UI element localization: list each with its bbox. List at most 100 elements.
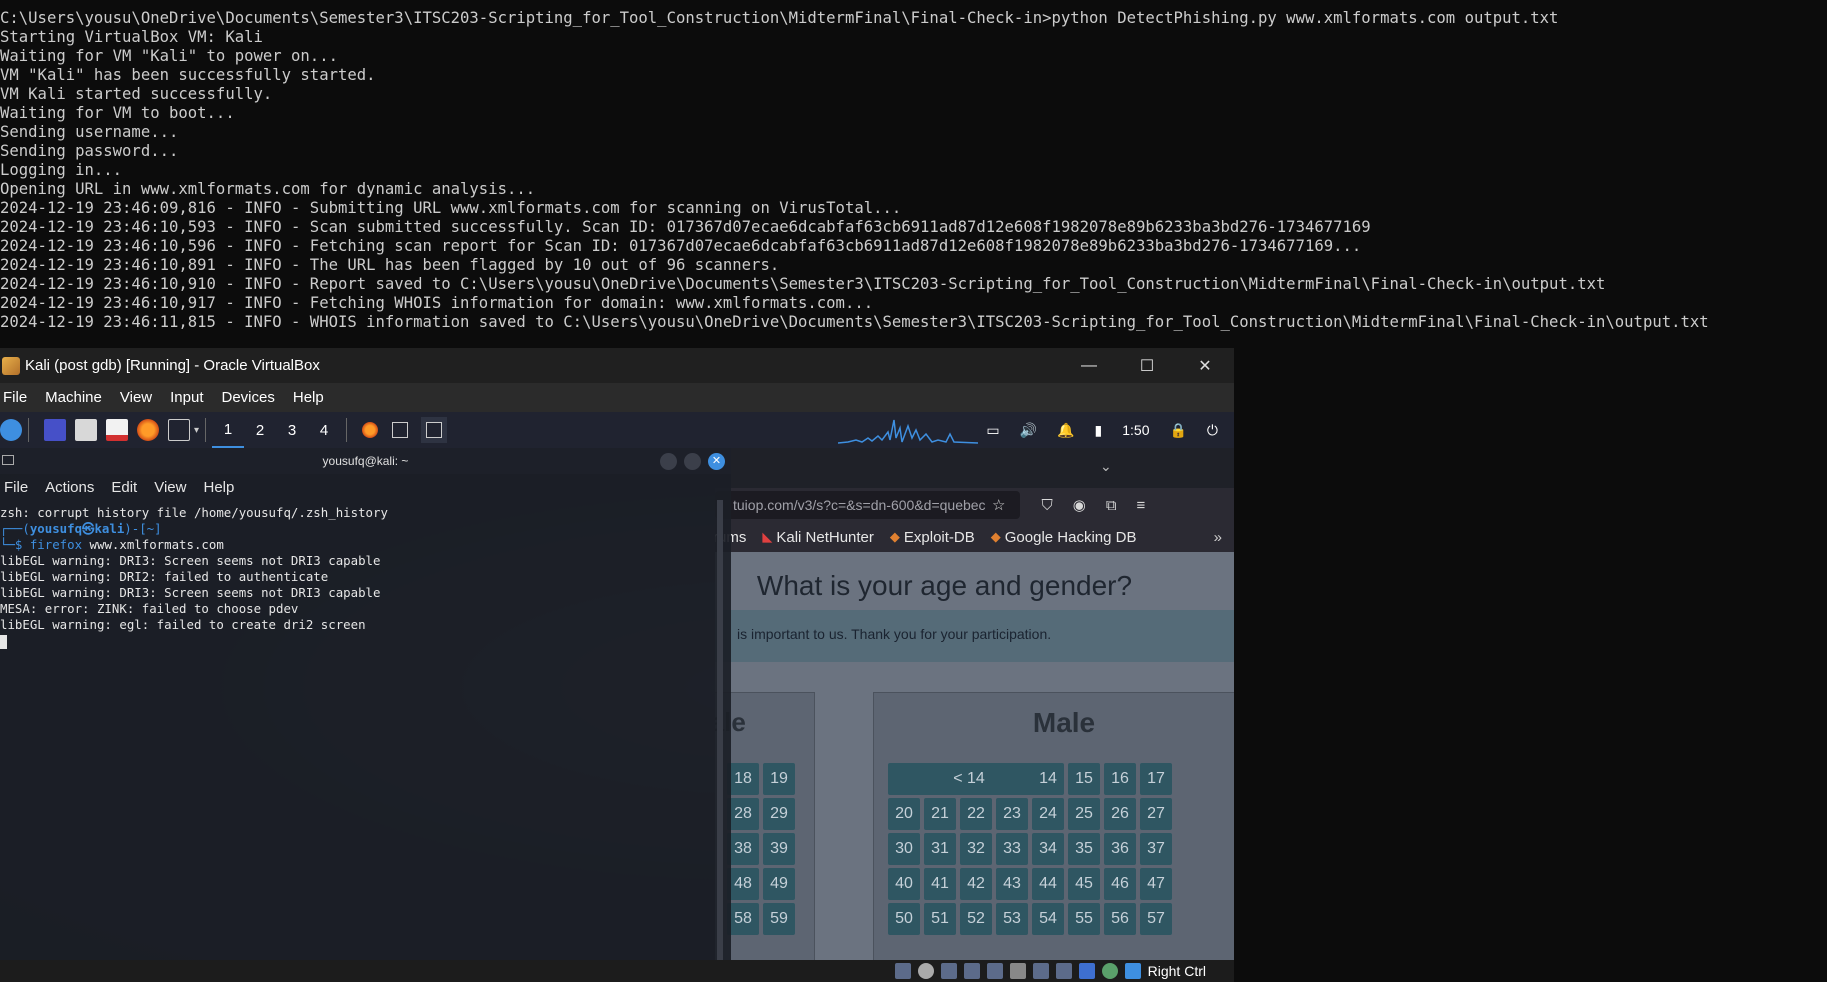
male-age-button[interactable]: 47	[1140, 868, 1172, 900]
display-icon[interactable]: ▭	[986, 422, 999, 439]
male-age-button[interactable]: 20	[888, 798, 920, 830]
minimize-button[interactable]: —	[1060, 348, 1118, 383]
menu-file[interactable]: File	[3, 389, 27, 406]
male-age-button[interactable]: 41	[924, 868, 956, 900]
menu-input[interactable]: Input	[170, 389, 203, 406]
male-age-button[interactable]: 34	[1032, 833, 1064, 865]
menu-view[interactable]: View	[120, 389, 152, 406]
hdd-icon[interactable]	[894, 963, 911, 979]
male-age-button[interactable]: 23	[996, 798, 1028, 830]
female-age-button[interactable]: 58	[727, 903, 759, 935]
term-menu-file[interactable]: File	[4, 479, 28, 496]
cpu-icon[interactable]	[1078, 963, 1095, 979]
term-menu-actions[interactable]: Actions	[45, 479, 94, 496]
female-age-button[interactable]: 39	[763, 833, 795, 865]
male-age-button[interactable]: 53	[996, 903, 1028, 935]
male-age-button[interactable]: 56	[1104, 903, 1136, 935]
guest-additions-icon[interactable]	[1101, 963, 1118, 979]
female-age-button[interactable]: 29	[763, 798, 795, 830]
terminal-icon[interactable]	[168, 419, 190, 441]
male-age-button[interactable]: 54	[1032, 903, 1064, 935]
taskbar-firefox-icon[interactable]	[362, 422, 379, 438]
male-age-button[interactable]: 50	[888, 903, 920, 935]
male-age-button[interactable]: 37	[1140, 833, 1172, 865]
terminal-close-button[interactable]: ✕	[708, 453, 725, 470]
display-status-icon[interactable]	[1032, 963, 1049, 979]
male-age-button-under-14[interactable]: < 14	[888, 763, 1050, 795]
bookmark-star-icon[interactable]: ☆	[992, 496, 1005, 514]
bookmarks-overflow-icon[interactable]: »	[1214, 529, 1222, 546]
notifications-icon[interactable]: 🔔	[1057, 422, 1074, 439]
firefox-icon[interactable]	[137, 419, 159, 441]
male-age-button[interactable]: 35	[1068, 833, 1100, 865]
male-age-button[interactable]: 24	[1032, 798, 1064, 830]
male-age-button[interactable]: 46	[1104, 868, 1136, 900]
kali-terminal-titlebar[interactable]: yousufq@kali: ~ ✕	[0, 448, 731, 474]
battery-icon[interactable]: ▮	[1095, 422, 1103, 439]
workspace-4[interactable]: 4	[308, 412, 340, 448]
female-age-button[interactable]: 48	[727, 868, 759, 900]
shared-folders-icon[interactable]	[1009, 963, 1026, 979]
power-icon[interactable]: ⏻	[1207, 422, 1218, 439]
recording-icon[interactable]	[1055, 963, 1072, 979]
account-icon[interactable]: ◉	[1073, 496, 1086, 514]
terminal-scrollbar[interactable]	[717, 500, 723, 960]
tab-list-chevron-icon[interactable]: ⌄	[1100, 458, 1112, 475]
male-age-button[interactable]: 40	[888, 868, 920, 900]
male-age-button[interactable]: 43	[996, 868, 1028, 900]
male-age-button[interactable]: 22	[960, 798, 992, 830]
lock-icon[interactable]: 🔒	[1169, 422, 1186, 439]
optical-drive-icon[interactable]	[917, 963, 934, 979]
male-age-button[interactable]: 25	[1068, 798, 1100, 830]
male-age-button[interactable]: 32	[960, 833, 992, 865]
male-age-button[interactable]: 33	[996, 833, 1028, 865]
male-age-button[interactable]: 52	[960, 903, 992, 935]
terminal-minimize-button[interactable]	[660, 453, 677, 470]
male-age-button[interactable]: 21	[924, 798, 956, 830]
male-age-button[interactable]: 45	[1068, 868, 1100, 900]
workspace-1[interactable]: 1	[212, 412, 245, 448]
network-icon[interactable]	[963, 963, 980, 979]
kali-terminal-output[interactable]: zsh: corrupt history file /home/yousufq/…	[0, 505, 720, 649]
bookmark-kali-nethunter[interactable]: Kali NetHunter	[776, 529, 874, 546]
url-input[interactable]: tuiop.com/v3/s?c=&s=dn-600&d=quebec	[715, 491, 1020, 519]
terminal-maximize-button[interactable]	[684, 453, 701, 470]
maximize-button[interactable]: ☐	[1118, 348, 1176, 383]
app-menu-icon[interactable]: ≡	[1137, 497, 1146, 514]
term-menu-help[interactable]: Help	[203, 479, 234, 496]
male-age-button[interactable]: 42	[960, 868, 992, 900]
usb-icon[interactable]	[986, 963, 1003, 979]
extensions-icon[interactable]: ⧉	[1106, 497, 1117, 514]
menu-devices[interactable]: Devices	[222, 389, 275, 406]
text-editor-icon[interactable]	[106, 419, 128, 441]
panel-clock[interactable]: 1:50	[1122, 422, 1149, 438]
term-menu-view[interactable]: View	[154, 479, 186, 496]
male-age-button[interactable]: 30	[888, 833, 920, 865]
female-age-button[interactable]: 49	[763, 868, 795, 900]
taskbar-terminal-active-icon[interactable]	[426, 422, 443, 438]
male-age-button[interactable]: 36	[1104, 833, 1136, 865]
male-age-button[interactable]: 55	[1068, 903, 1100, 935]
audio-icon[interactable]	[940, 963, 957, 979]
workspace-2[interactable]: 2	[244, 412, 276, 448]
male-age-button[interactable]: 44	[1032, 868, 1064, 900]
close-button[interactable]: ✕	[1176, 348, 1234, 383]
chevron-down-icon[interactable]: ▾	[194, 425, 199, 436]
male-age-button[interactable]: 27	[1140, 798, 1172, 830]
male-age-button[interactable]: 15	[1068, 763, 1100, 795]
menu-machine[interactable]: Machine	[45, 389, 102, 406]
menu-help[interactable]: Help	[293, 389, 324, 406]
vbox-titlebar[interactable]: Kali (post gdb) [Running] - Oracle Virtu…	[0, 348, 1234, 383]
male-age-button[interactable]: 17	[1140, 763, 1172, 795]
kali-menu-icon[interactable]	[0, 419, 22, 441]
female-age-button[interactable]: 28	[727, 798, 759, 830]
male-age-button[interactable]: 26	[1104, 798, 1136, 830]
male-age-button[interactable]: 31	[924, 833, 956, 865]
mouse-integration-icon[interactable]	[1124, 963, 1141, 979]
show-desktop-icon[interactable]	[44, 419, 66, 441]
term-menu-edit[interactable]: Edit	[111, 479, 137, 496]
file-manager-icon[interactable]	[75, 419, 97, 441]
taskbar-terminal-icon[interactable]	[392, 422, 409, 438]
female-age-button[interactable]: 19	[763, 763, 795, 795]
male-age-button[interactable]: 14	[1032, 763, 1064, 795]
